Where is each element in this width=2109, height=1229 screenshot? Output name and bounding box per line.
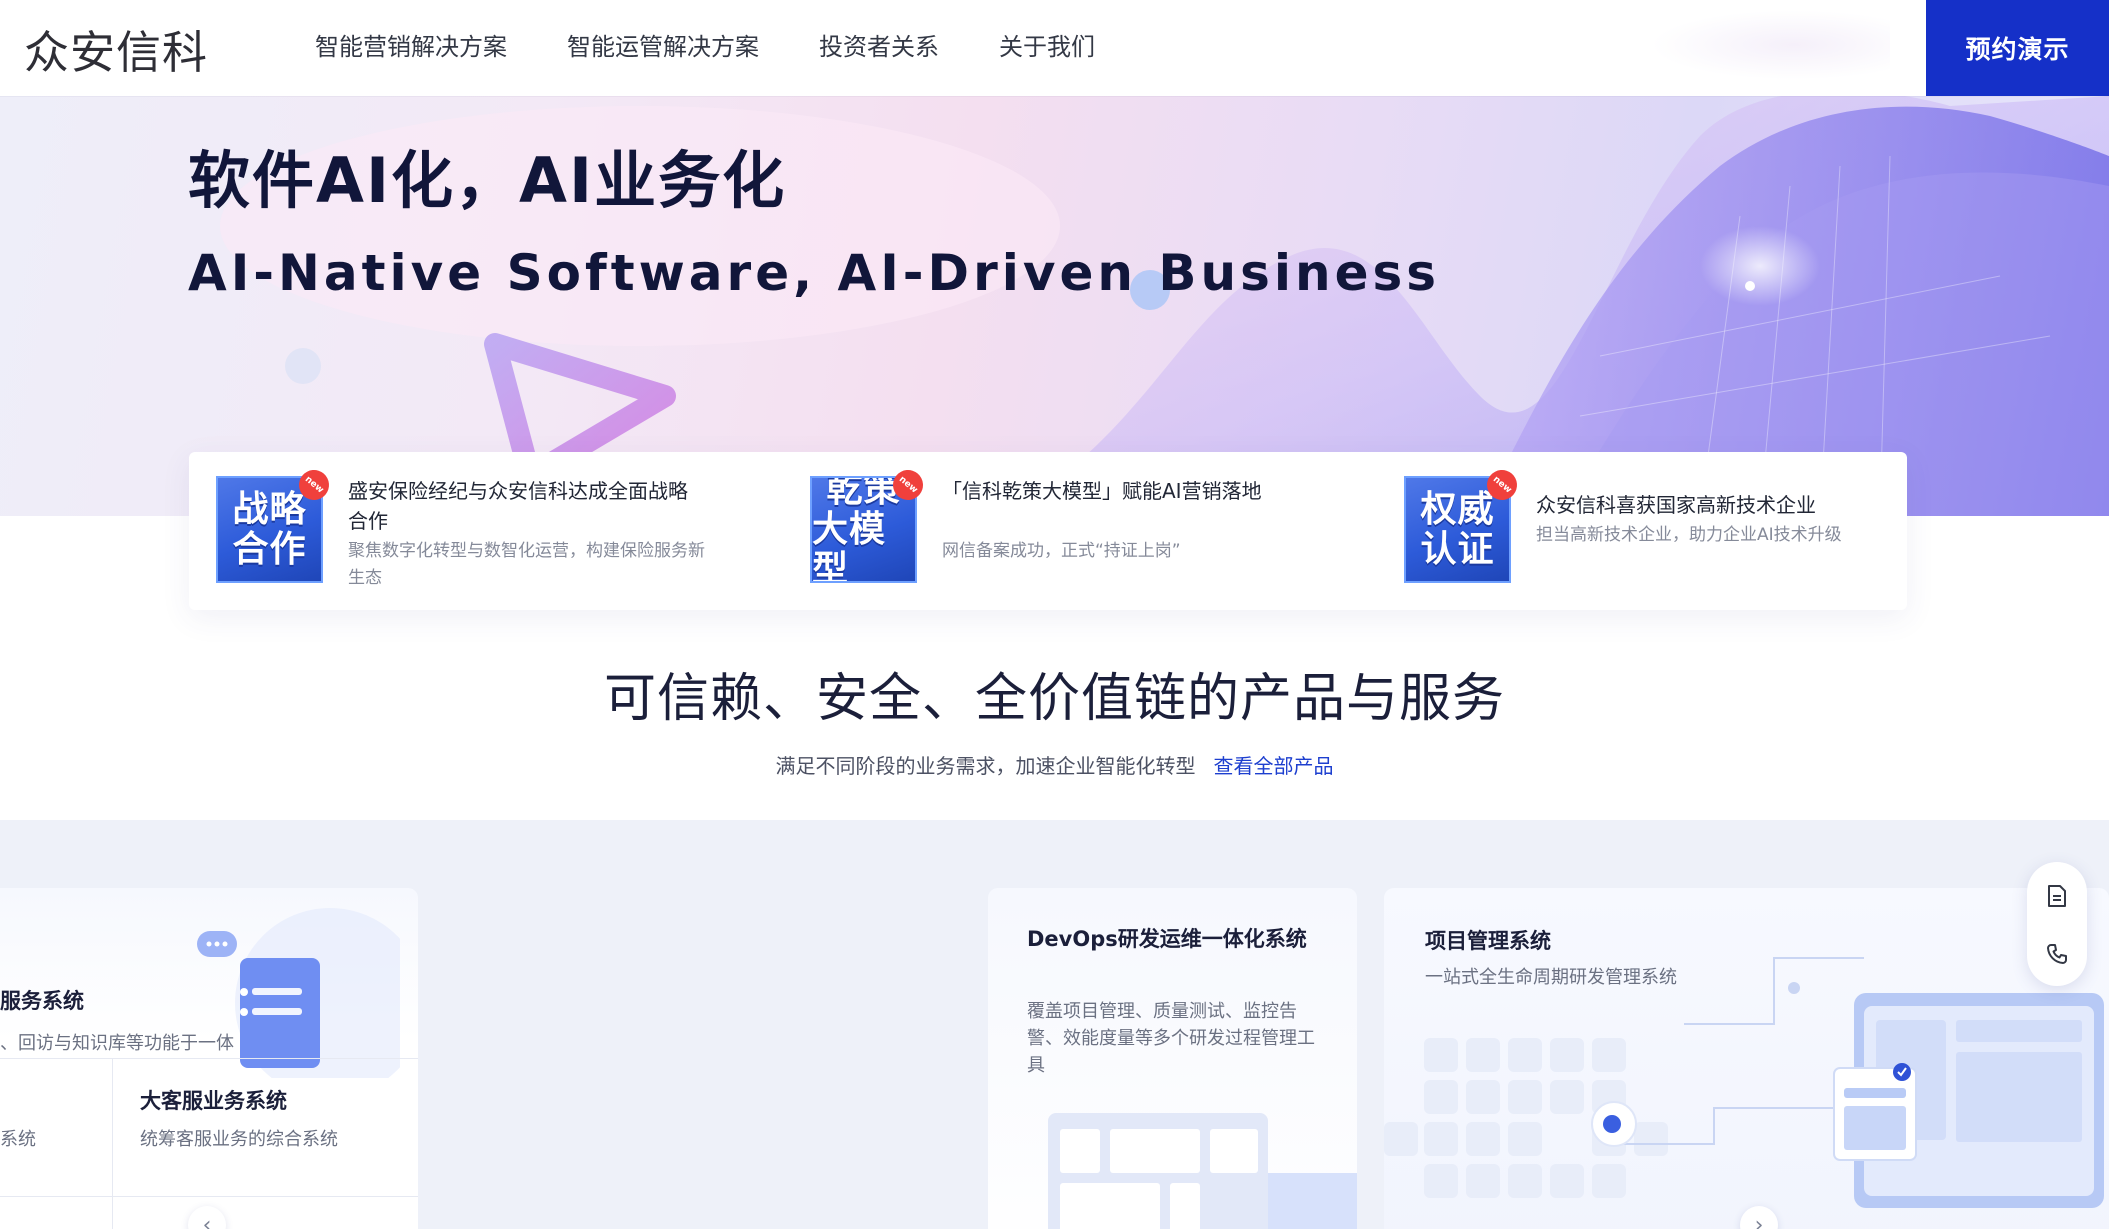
news-item-certification[interactable]: 权威 认证 new 众安信科喜获国家高新技术企业 担当高新技术企业，助力企业AI… xyxy=(1377,463,1897,588)
product-card-service[interactable]: 服务系统 、回访与知识库等功能于一体 系统 大客服业务系统 统筹客服业务的综合系… xyxy=(0,888,418,1229)
card-title: 服务系统 xyxy=(0,989,84,1013)
card-divider xyxy=(112,1058,113,1229)
logo[interactable]: 众安信科 xyxy=(24,16,208,80)
chevron-left-icon: ‹ xyxy=(202,1212,212,1229)
thumb-line-2: 认证 xyxy=(1420,528,1495,570)
news-title[interactable]: 「信科乾策大模型」赋能AI营销落地 xyxy=(942,476,1282,506)
section-title: 可信赖、安全、全价值链的产品与服务 xyxy=(603,669,1505,729)
floating-contact-bar xyxy=(2027,862,2087,986)
thumb-line-1: 权威 xyxy=(1420,488,1495,530)
view-all-products-link[interactable]: 查看全部产品 xyxy=(1214,754,1334,778)
news-item-model[interactable]: 乾策 大模型 new 「信科乾策大模型」赋能AI营销落地 网信备案成功，正式“持… xyxy=(783,463,1303,588)
news-item-strategic[interactable]: 战略 合作 new 盛安保险经纪与众安信科达成全面战略合作 聚焦数字化转型与数智… xyxy=(189,463,709,588)
nav-item-operations[interactable]: 智能运管解决方案 xyxy=(567,27,759,62)
project-mgmt-illustration xyxy=(1384,957,2104,1208)
nav-item-marketing[interactable]: 智能营销解决方案 xyxy=(315,27,507,62)
book-demo-button[interactable]: 预约演示 xyxy=(1926,0,2109,96)
document-icon[interactable] xyxy=(2041,880,2073,912)
product-card-devops[interactable]: DevOps研发运维一体化系统 覆盖项目管理、质量测试、监控告警、效能度量等多个… xyxy=(988,888,1357,1229)
card-sub-desc: 系统 xyxy=(0,1129,36,1150)
card-title: DevOps研发运维一体化系统 xyxy=(1027,927,1307,951)
hero-title: 软件AI化，AI业务化 xyxy=(188,144,787,217)
thumb-line-2: 大模型 xyxy=(812,508,887,583)
phone-icon[interactable] xyxy=(2041,938,2073,970)
chevron-right-icon: › xyxy=(1754,1212,1764,1229)
news-desc: 担当高新技术企业，助力企业AI技术升级 xyxy=(1536,525,1842,545)
news-strip: 战略 合作 new 盛安保险经纪与众安信科达成全面战略合作 聚焦数字化转型与数智… xyxy=(189,452,1907,610)
news-desc: 聚焦数字化转型与数智化运营，构建保险服务新生态 xyxy=(348,541,705,588)
card-sub-title[interactable]: 大客服业务系统 xyxy=(140,1086,287,1116)
news-title[interactable]: 众安信科喜获国家高新技术企业 xyxy=(1536,490,1876,520)
nav-item-about[interactable]: 关于我们 xyxy=(999,27,1095,62)
card-desc: 覆盖项目管理、质量测试、监控告警、效能度量等多个研发过程管理工具 xyxy=(1027,1001,1315,1076)
main-nav: 智能营销解决方案 智能运管解决方案 投资者关系 关于我们 xyxy=(315,0,1155,88)
products-section: 服务系统 、回访与知识库等功能于一体 系统 大客服业务系统 统筹客服业务的综合系… xyxy=(0,820,2109,1229)
thumb-line-1: 乾策 xyxy=(826,476,901,510)
header-decoration xyxy=(1650,10,1890,80)
news-title[interactable]: 盛安保险经纪与众安信科达成全面战略合作 xyxy=(348,476,688,536)
news-desc: 网信备案成功，正式“持证上岗” xyxy=(942,541,1181,561)
thumb-line-1: 战略 xyxy=(232,488,307,530)
hero-subtitle: AI-Native Software, AI-Driven Business xyxy=(188,244,1440,302)
product-card-project-mgmt[interactable]: 项目管理系统 一站式全生命周期研发管理系统 › xyxy=(1384,888,2109,1229)
section-subtitle-text: 满足不同阶段的业务需求，加速企业智能化转型 xyxy=(775,754,1196,778)
devops-illustration xyxy=(1048,1113,1357,1229)
nav-item-investors[interactable]: 投资者关系 xyxy=(819,27,939,62)
card-sub-desc: 统筹客服业务的综合系统 xyxy=(140,1129,338,1150)
carousel-prev-button[interactable]: ‹ xyxy=(188,1206,226,1229)
thumb-line-2: 合作 xyxy=(232,528,307,570)
service-illustration xyxy=(197,908,400,1078)
card-divider xyxy=(0,1196,418,1197)
top-header: 众安信科 智能营销解决方案 智能运管解决方案 投资者关系 关于我们 预约演示 xyxy=(0,0,2109,96)
section-subtitle: 满足不同阶段的业务需求，加速企业智能化转型 查看全部产品 xyxy=(0,750,2109,779)
card-divider xyxy=(0,1058,418,1059)
